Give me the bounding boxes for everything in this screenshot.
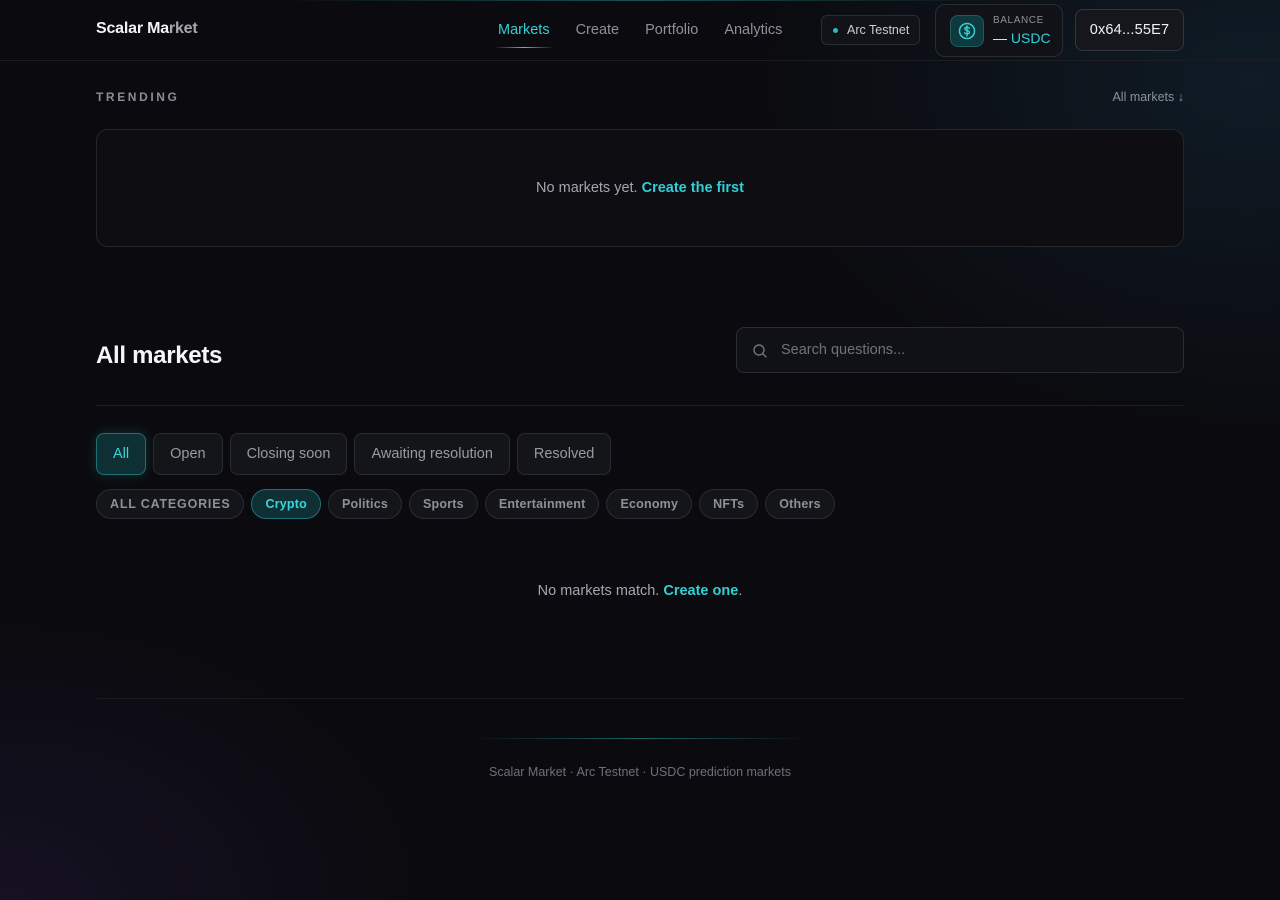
balance-unit: USDC: [1010, 30, 1051, 46]
nav-portfolio[interactable]: Portfolio: [637, 0, 706, 60]
network-name: Arc Testnet: [847, 23, 910, 37]
brand-text: Scalar Ma: [96, 20, 169, 37]
balance-amount: —: [993, 30, 1007, 46]
category-chip-entertainment[interactable]: Entertainment: [484, 489, 600, 519]
category-filter-chips: ALL CATEGORIES Crypto Politics Sports En…: [96, 489, 842, 519]
create-one-link[interactable]: Create one: [663, 583, 738, 599]
category-chip-crypto[interactable]: Crypto: [251, 489, 321, 519]
status-tab-awaiting-resolution[interactable]: Awaiting resolution: [354, 433, 510, 475]
main-nav: Markets Create Portfolio Analytics: [490, 0, 800, 60]
top-header: Scalar Market Markets Create Portfolio A…: [0, 0, 1280, 61]
status-tab-open[interactable]: Open: [153, 433, 223, 475]
trending-empty-text: No markets yet.: [536, 180, 638, 196]
nav-create[interactable]: Create: [568, 0, 628, 60]
trending-empty-card: No markets yet. Create the first: [96, 129, 1184, 247]
footer-text: Scalar Market · Arc Testnet · USDC predi…: [489, 765, 791, 779]
status-tab-closing-soon[interactable]: Closing soon: [229, 433, 348, 475]
footer-glow: [470, 738, 810, 739]
category-chip-all[interactable]: ALL CATEGORIES: [96, 489, 245, 519]
dollar-icon: [950, 15, 984, 47]
section-divider: [96, 405, 1184, 406]
search-input[interactable]: [781, 328, 1171, 372]
category-chip-sports[interactable]: Sports: [409, 489, 478, 519]
status-filter-tabs: All Open Closing soon Awaiting resolutio…: [96, 433, 618, 475]
search-box[interactable]: [736, 327, 1184, 373]
category-chip-others[interactable]: Others: [765, 489, 835, 519]
markets-empty-tail: .: [738, 583, 743, 599]
category-chip-nfts[interactable]: NFTs: [699, 489, 759, 519]
nav-analytics[interactable]: Analytics: [716, 0, 790, 60]
markets-empty-message: No markets match. Create one.: [0, 583, 1280, 599]
brand-text-fade: rket: [168, 20, 198, 37]
balance-widget[interactable]: BALANCE — USDC: [935, 4, 1063, 57]
markets-empty-text: No markets match.: [537, 583, 660, 599]
nav-markets[interactable]: Markets: [490, 0, 558, 60]
search-icon: [753, 344, 767, 358]
balance-label: BALANCE: [993, 15, 1044, 26]
footer-divider: [96, 698, 1184, 699]
brand-logo[interactable]: Scalar Market: [96, 20, 198, 38]
trending-heading: TRENDING: [96, 90, 180, 104]
status-tab-resolved[interactable]: Resolved: [516, 433, 612, 475]
category-chip-economy[interactable]: Economy: [606, 489, 693, 519]
network-status-dot: [833, 27, 838, 33]
status-tab-all[interactable]: All: [96, 433, 147, 475]
category-chip-politics[interactable]: Politics: [327, 489, 403, 519]
network-badge[interactable]: Arc Testnet: [821, 15, 921, 45]
page-title: All markets: [96, 342, 223, 369]
wallet-address-button[interactable]: 0x64...55E7: [1075, 9, 1184, 51]
all-markets-link[interactable]: All markets ↓: [1112, 90, 1184, 104]
create-first-link[interactable]: Create the first: [642, 180, 744, 196]
balance-value: — USDC: [993, 30, 1051, 46]
